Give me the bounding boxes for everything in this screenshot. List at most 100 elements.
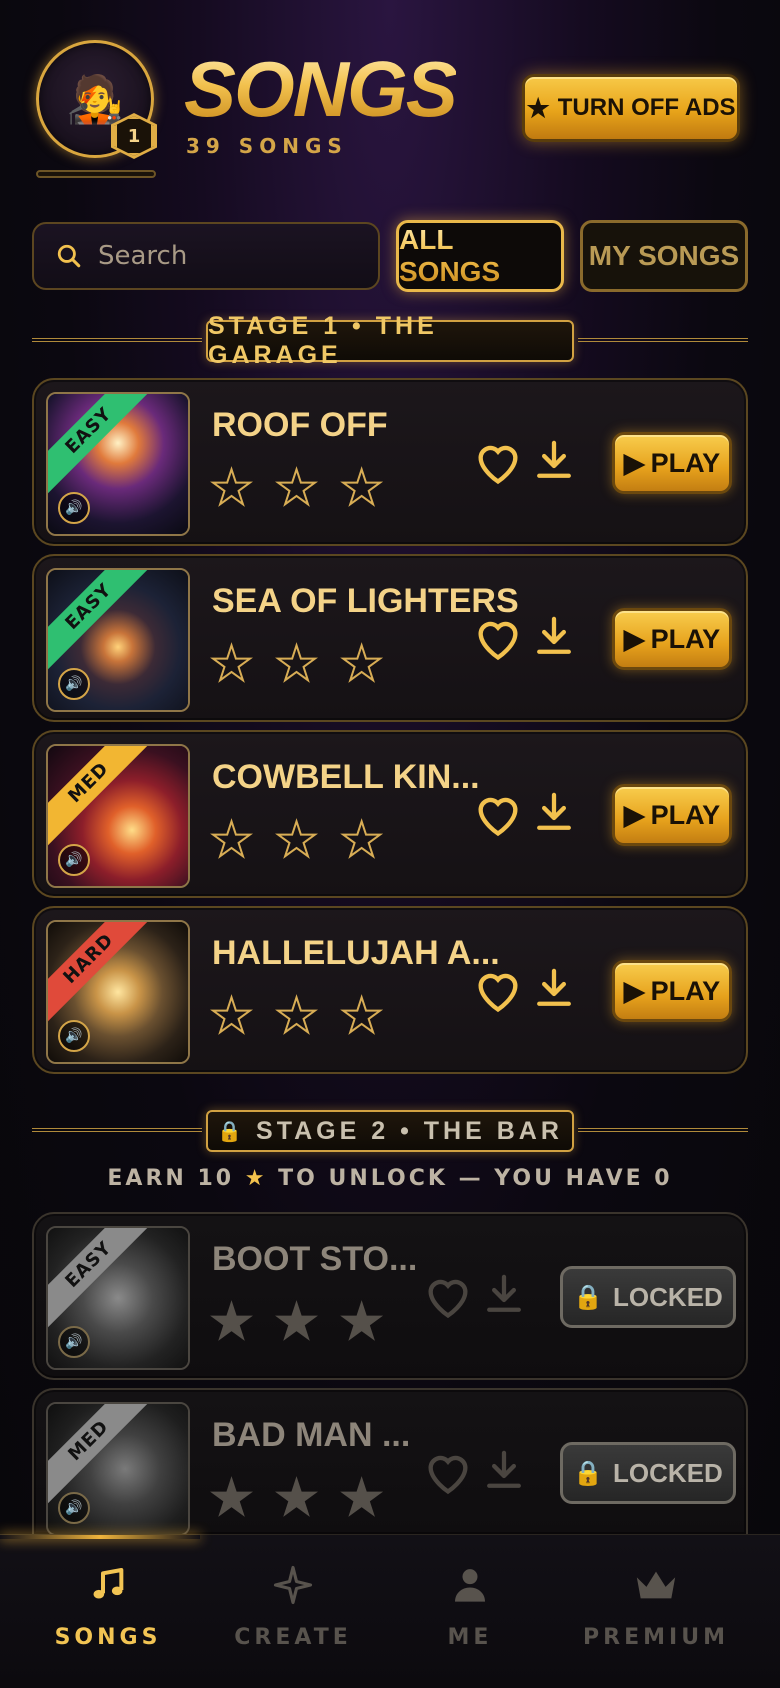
preview-speaker-icon[interactable]: 🔊 (58, 668, 90, 700)
stage-2-label: STAGE 2 • THE BAR (256, 1116, 563, 1145)
stage-1-header: STAGE 1 • THE GARAGE (206, 312, 574, 369)
star-icon: ★ (244, 1166, 268, 1191)
sparkle-icon (273, 1565, 313, 1605)
play-label: PLAY (650, 975, 721, 1006)
star-rating: ★ ★ ★ (209, 988, 384, 1044)
star-empty-icon: ★ (339, 812, 384, 868)
nav-premium[interactable]: PREMIUM (566, 1563, 746, 1650)
nav-premium-label: PREMIUM (583, 1625, 729, 1650)
play-icon: ▶ (623, 447, 645, 478)
bottom-nav: SONGS CREATE ME PREMIUM (0, 1534, 780, 1688)
star-empty-icon: ★ (274, 812, 319, 868)
unlock-prefix: EARN 10 (107, 1166, 235, 1191)
lock-icon: 🔒 (573, 1283, 604, 1311)
song-card[interactable]: HARD 🔊 HALLELUJAH A... ★ ★ ★ ▶ PLAY (32, 906, 748, 1074)
nav-me[interactable]: ME (380, 1563, 560, 1650)
my-songs-tab[interactable]: MY SONGS (580, 220, 748, 292)
play-label: PLAY (650, 623, 721, 654)
locked-button[interactable]: 🔒 LOCKED (560, 1266, 736, 1328)
star-empty-icon: ★ (209, 460, 254, 516)
star-rating: ★ ★ ★ (209, 636, 384, 692)
search-input[interactable] (98, 241, 338, 271)
page-title: SONGS (184, 45, 458, 133)
play-icon: ▶ (623, 975, 645, 1006)
download-icon[interactable] (534, 966, 574, 1012)
download-icon[interactable] (534, 614, 574, 660)
xp-progress-bar (36, 170, 156, 178)
nav-songs[interactable]: SONGS (18, 1563, 198, 1650)
play-button[interactable]: ▶ PLAY (612, 432, 732, 494)
turn-off-ads-label: TURN OFF ADS (557, 94, 736, 121)
search-box[interactable] (32, 222, 380, 290)
locked-button[interactable]: 🔒 LOCKED (560, 1442, 736, 1504)
download-icon (487, 1274, 521, 1312)
crown-icon (636, 1571, 676, 1599)
song-title: BAD MAN ... (212, 1416, 411, 1454)
my-songs-label: MY SONGS (588, 240, 740, 271)
star-rating: ★ ★ ★ (209, 812, 384, 868)
nav-songs-label: SONGS (54, 1625, 162, 1650)
preview-speaker-icon[interactable]: 🔊 (58, 492, 90, 524)
song-card[interactable]: EASY 🔊 ROOF OFF ★ ★ ★ ▶ PLAY (32, 378, 748, 546)
song-artwork: HARD 🔊 (46, 920, 190, 1064)
turn-off-ads-button[interactable]: ★ TURN OFF ADS (522, 74, 740, 142)
stage-2-header: 🔒 STAGE 2 • THE BAR (206, 1110, 574, 1152)
preview-speaker-icon[interactable]: 🔊 (58, 1326, 90, 1358)
lock-icon: 🔒 (217, 1120, 247, 1143)
favorite-heart-icon[interactable] (472, 964, 524, 1016)
preview-speaker-icon[interactable]: 🔊 (58, 1492, 90, 1524)
download-icon[interactable] (534, 790, 574, 836)
user-icon (455, 1569, 485, 1602)
song-card[interactable]: MED 🔊 COWBELL KIN... ★ ★ ★ ▶ PLAY (32, 730, 748, 898)
divider (32, 338, 202, 342)
play-icon: ▶ (623, 799, 645, 830)
song-artwork: EASY 🔊 (46, 392, 190, 536)
play-button[interactable]: ▶ PLAY (612, 608, 732, 670)
song-title: ROOF OFF (212, 406, 388, 444)
favorite-heart-icon[interactable] (472, 436, 524, 488)
lock-icon: 🔒 (573, 1459, 604, 1487)
locked-label: LOCKED (613, 1281, 723, 1312)
song-artwork: EASY 🔊 (46, 568, 190, 712)
preview-speaker-icon[interactable]: 🔊 (58, 844, 90, 876)
all-songs-label: ALL SONGS (399, 224, 561, 288)
active-tab-indicator (0, 1535, 200, 1539)
profile-avatar-wrap[interactable]: 🧑‍🎤 1 (36, 40, 158, 162)
song-card-locked[interactable]: MED 🔊 BAD MAN ... ★ ★ ★ 🔒 LOCKED (32, 1388, 748, 1536)
play-label: PLAY (650, 447, 721, 478)
star-empty-icon: ★ (209, 636, 254, 692)
nav-me-label: ME (447, 1625, 493, 1650)
divider (578, 338, 748, 342)
song-title: HALLELUJAH A... (212, 934, 500, 972)
favorite-heart-icon[interactable] (472, 612, 524, 664)
divider (578, 1128, 748, 1132)
divider (32, 1128, 202, 1132)
star-empty-icon: ★ (339, 460, 384, 516)
music-note-icon (93, 1568, 124, 1599)
preview-speaker-icon[interactable]: 🔊 (58, 1020, 90, 1052)
favorite-heart-icon (428, 1279, 468, 1319)
download-icon[interactable] (534, 438, 574, 484)
unlock-requirement: EARN 10 ★ TO UNLOCK — YOU HAVE 0 (0, 1166, 780, 1191)
nav-create[interactable]: CREATE (203, 1563, 383, 1650)
star-empty-icon: ★ (274, 460, 319, 516)
song-count: 39 SONGS (186, 134, 348, 158)
song-title: BOOT STO... (212, 1240, 418, 1278)
star-empty-icon: ★ (274, 636, 319, 692)
play-button[interactable]: ▶ PLAY (612, 960, 732, 1022)
star-rating: ★ ★ ★ (209, 1297, 384, 1347)
unlock-suffix: TO UNLOCK — YOU HAVE 0 (278, 1166, 673, 1191)
nav-create-label: CREATE (234, 1625, 352, 1650)
download-icon (487, 1450, 521, 1488)
star-empty-icon: ★ (209, 988, 254, 1044)
all-songs-tab[interactable]: ALL SONGS (396, 220, 564, 292)
play-icon: ▶ (623, 623, 645, 654)
favorite-heart-icon[interactable] (472, 788, 524, 840)
star-icon: ★ (526, 92, 550, 123)
star-empty-icon: ★ (274, 1470, 319, 1526)
play-button[interactable]: ▶ PLAY (612, 784, 732, 846)
song-artwork: MED 🔊 (46, 744, 190, 888)
song-card-locked[interactable]: EASY 🔊 BOOT STO... ★ ★ ★ 🔒 LOCKED (32, 1212, 748, 1380)
star-empty-icon: ★ (209, 1470, 254, 1526)
song-card[interactable]: EASY 🔊 SEA OF LIGHTERS ★ ★ ★ ▶ PLAY (32, 554, 748, 722)
